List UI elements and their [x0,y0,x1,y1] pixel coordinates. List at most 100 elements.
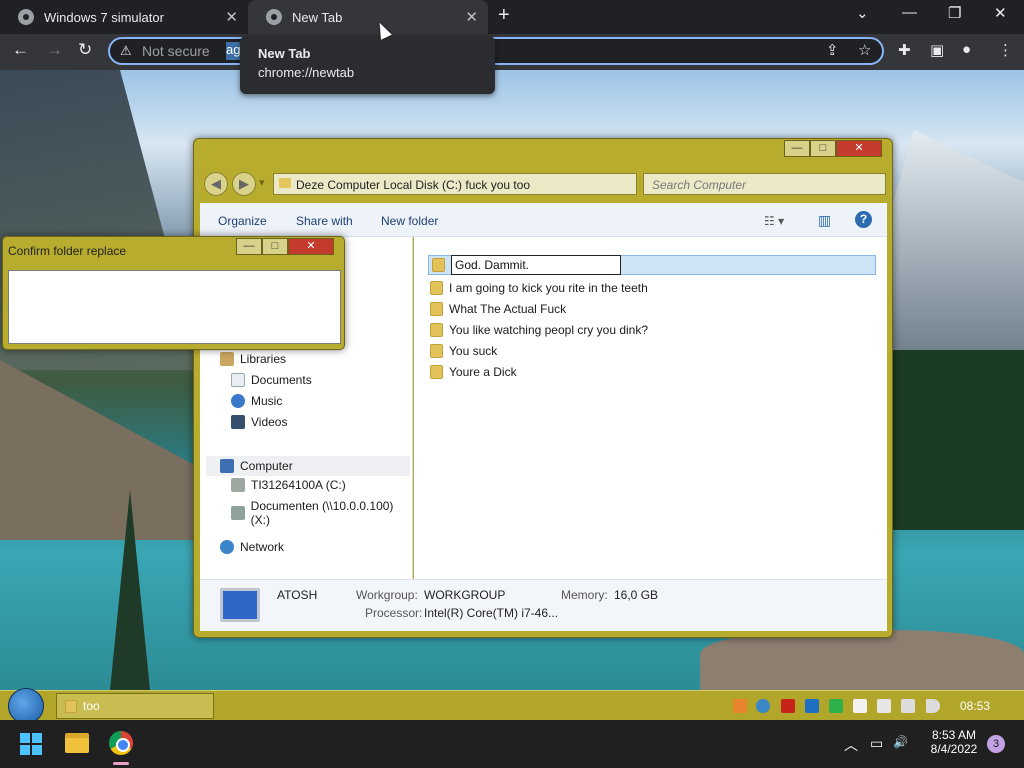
network-icon[interactable]: ▭ [870,735,883,752]
computer-icon [220,588,260,622]
nav-computer[interactable]: Computer [206,456,410,476]
nav-label: Documenten (\\10.0.0.100) (X:) [250,499,394,527]
music-icon [231,394,245,408]
help-icon[interactable]: ? [855,211,872,228]
share-icon[interactable]: ⇪ [826,41,839,59]
search-input[interactable]: Search Computer [643,173,886,195]
breadcrumb-text: Deze Computer Local Disk (C:) fuck you t… [296,178,531,192]
side-panel-icon[interactable]: ▣ [930,41,944,59]
tray-volume-icon[interactable] [926,699,940,713]
folder-name: I am going to kick you rite in the teeth [449,281,648,295]
win11-taskbar: ︿ ▭ 🔊 8:53 AM 8/4/2022 3 [0,720,1024,768]
tray-check-icon[interactable] [829,699,843,713]
win7-clock[interactable]: 08:53 [960,699,990,713]
rename-input[interactable]: God. Dammit. [451,255,621,275]
list-item[interactable]: Youre a Dick [430,362,878,382]
network-icon [220,540,234,554]
preview-pane-icon[interactable]: ▥ [818,212,831,229]
folder-icon [430,302,443,316]
volume-icon[interactable]: 🔊 [893,735,908,749]
address-breadcrumb[interactable]: Deze Computer Local Disk (C:) fuck you t… [273,173,637,195]
back-button[interactable]: ◀ [204,172,228,196]
folder-icon [430,323,443,337]
back-button[interactable]: ← [12,40,29,60]
clock-time: 8:53 AM [931,728,977,742]
network-drive-icon [231,506,245,520]
nav-music[interactable]: Music [231,394,282,408]
forward-button[interactable]: → [46,40,63,60]
minimize-button[interactable]: — [236,238,262,255]
folder-icon [430,344,443,358]
nav-drive-x[interactable]: Documenten (\\10.0.0.100) (X:) [231,499,412,527]
chevron-up-icon[interactable]: ︿ [844,735,858,755]
star-icon[interactable]: ☆ [858,41,871,59]
computer-icon [220,459,234,473]
nav-videos[interactable]: Videos [231,415,287,429]
file-list: God. Dammit. I am going to kick you rite… [414,237,887,579]
tray-app-icon[interactable] [733,699,747,713]
tray-outlook-icon[interactable] [805,699,819,713]
chrome-icon[interactable] [109,731,133,755]
address-input-selection[interactable]: ag [226,42,240,60]
forest-right [890,350,1024,530]
new-folder-button[interactable]: New folder [381,214,438,228]
close-button[interactable]: ✕ [288,238,334,255]
tab-new-tab[interactable]: New Tab ✕ [248,0,488,34]
folder-row-selected[interactable]: God. Dammit. [428,255,876,275]
tab-close-icon[interactable]: ✕ [465,8,478,26]
nav-label: Libraries [240,352,287,366]
recent-pages-dropdown[interactable]: ▾ [259,176,265,189]
views-icon[interactable]: ☷ ▾ [764,214,784,228]
new-tab-button[interactable]: + [498,4,510,27]
close-button[interactable]: ✕ [836,140,882,157]
memory-label: Memory: [561,588,608,602]
minimize-button[interactable]: — [902,4,917,21]
folder-icon [430,281,443,295]
tray-ie-icon[interactable] [756,699,770,713]
share-with-button[interactable]: Share with [296,214,353,228]
list-item[interactable]: I am going to kick you rite in the teeth [430,278,878,298]
nav-network[interactable]: Network [220,540,284,554]
folder-icon [430,365,443,379]
nav-label: TI31264100A (C:) [251,478,346,492]
list-item[interactable]: You like watching peopl cry you dink? [430,320,878,340]
active-app-indicator [113,762,129,765]
nav-label: Music [251,394,283,408]
list-item[interactable]: You suck [430,341,878,361]
file-explorer-icon[interactable] [65,733,89,753]
tray-clipboard-icon[interactable] [877,699,891,713]
forward-button[interactable]: ▶ [232,172,256,196]
minimize-button[interactable]: — [784,140,810,157]
security-label[interactable]: Not secure [142,43,210,59]
tray-pdf-icon[interactable] [781,699,795,713]
menu-icon[interactable]: ⋮ [998,41,1013,59]
restore-button[interactable]: ❐ [948,4,961,22]
nav-drive-c[interactable]: TI31264100A (C:) [231,478,346,492]
taskbar-item-too[interactable]: too [56,693,214,719]
windows-start-icon[interactable] [20,733,42,755]
maximize-button[interactable]: □ [810,140,836,157]
start-orb-icon[interactable] [8,688,44,724]
close-window-button[interactable]: ✕ [994,4,1007,22]
list-item[interactable]: What The Actual Fuck [430,299,878,319]
tab-search-icon[interactable]: ⌄ [856,4,869,22]
reload-button[interactable]: ↻ [78,40,92,60]
tab-label: New Tab [292,9,343,25]
maximize-button[interactable]: □ [262,238,288,255]
address-bar[interactable]: ⚠ Not secure ag [108,37,884,65]
tab-windows7-simulator[interactable]: Windows 7 simulator ✕ [0,0,248,34]
nav-label: Network [240,540,285,554]
workgroup-label: Workgroup: [356,588,418,602]
tray-flag-icon[interactable] [853,699,867,713]
system-clock[interactable]: 8:53 AM 8/4/2022 [926,728,982,756]
notification-badge[interactable]: 3 [987,735,1005,753]
extensions-icon[interactable]: ✚ [898,41,911,59]
nav-documents[interactable]: Documents [231,373,312,387]
organize-button[interactable]: Organize [218,214,267,228]
rocks-foreground [700,630,1024,690]
nav-libraries[interactable]: Libraries [220,352,286,366]
tab-close-icon[interactable]: ✕ [225,8,238,26]
folder-name: What The Actual Fuck [449,302,567,316]
profile-icon[interactable]: ● [962,41,971,58]
tray-network-icon[interactable] [901,699,915,713]
